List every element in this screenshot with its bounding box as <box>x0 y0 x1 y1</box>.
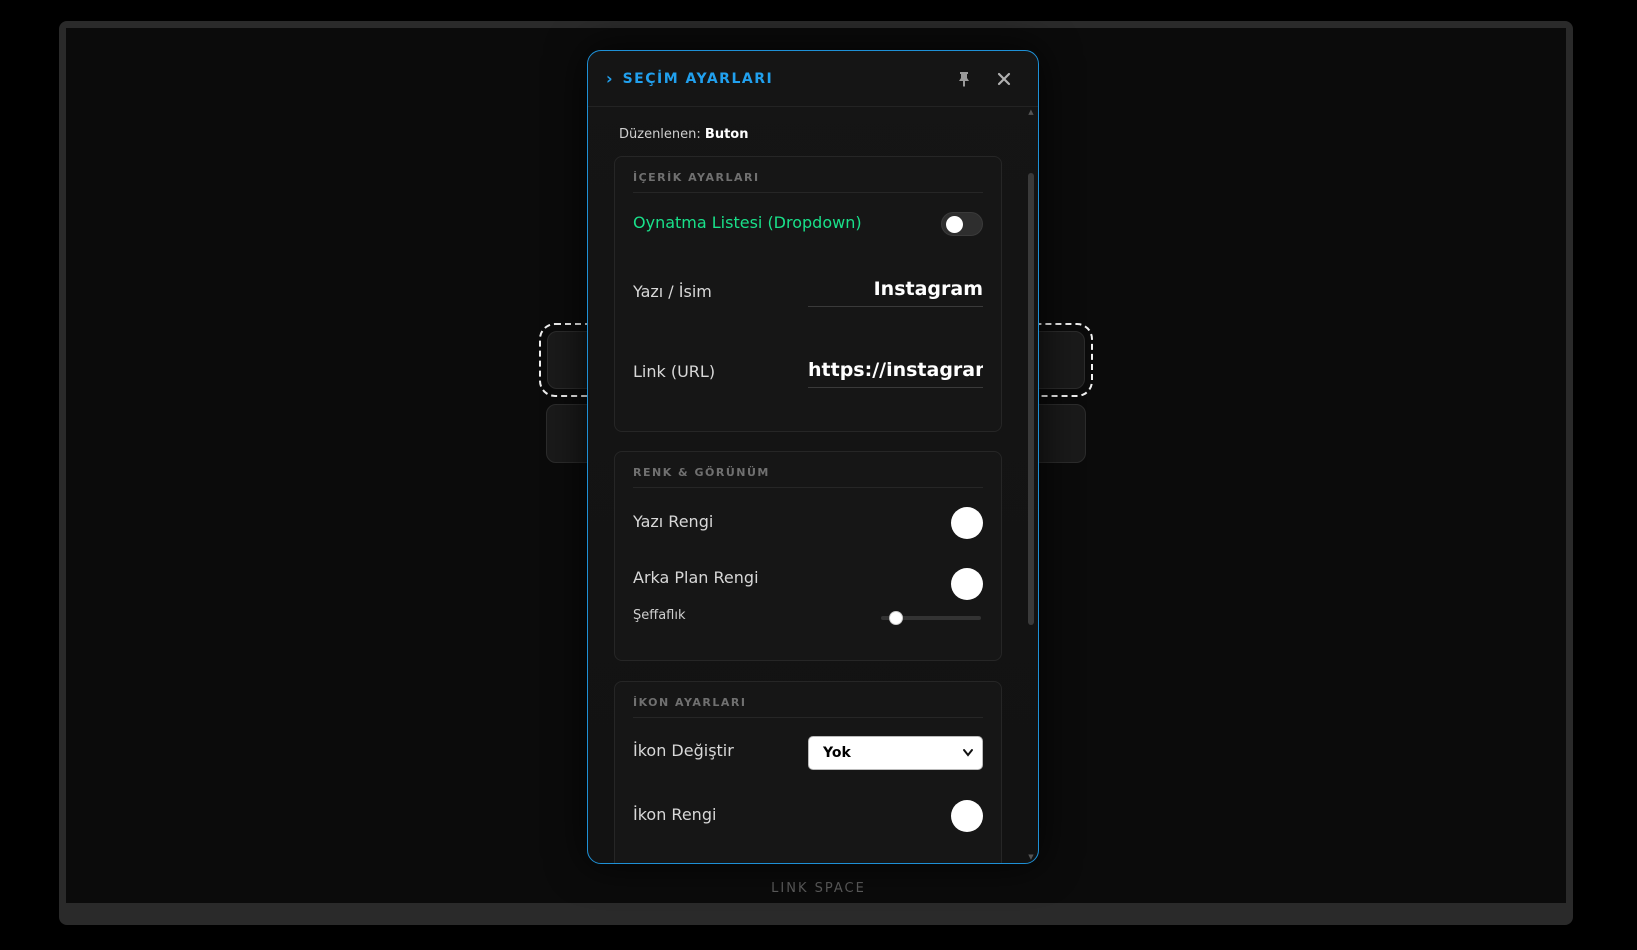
section-title: İKON AYARLARI <box>633 696 983 718</box>
icon-change-label: İkon Değiştir <box>633 741 734 760</box>
url-input[interactable]: https://instagram.com <box>808 352 983 388</box>
panel-title: SEÇİM AYARLARI <box>622 70 774 87</box>
section-title: RENK & GÖRÜNÜM <box>633 466 983 488</box>
edited-value: Buton <box>704 127 749 142</box>
bg-color-label: Arka Plan Rengi <box>633 568 759 587</box>
section-title: İÇERİK AYARLARI <box>633 171 983 193</box>
opacity-slider[interactable] <box>881 611 981 625</box>
name-input[interactable]: Instagram <box>808 271 983 307</box>
opacity-label: Şeffaflık <box>633 608 686 623</box>
content-settings-section: İÇERİK AYARLARI Oynatma Listesi (Dropdow… <box>614 156 1002 432</box>
panel-body[interactable]: Düzenlenen: Buton ▲ ▼ İÇERİK AYARLARI Oy… <box>588 107 1038 863</box>
panel-header[interactable]: › SEÇİM AYARLARI <box>588 51 1038 107</box>
pin-icon[interactable] <box>954 69 974 89</box>
name-label: Yazı / İsim <box>633 282 712 301</box>
edited-element-info: Düzenlenen: Buton <box>619 127 749 142</box>
url-label: Link (URL) <box>633 362 716 381</box>
toggle-knob <box>946 216 963 233</box>
icon-color-label: İkon Rengi <box>633 805 717 824</box>
bg-color-swatch[interactable] <box>951 568 983 600</box>
icon-color-swatch[interactable] <box>951 800 983 832</box>
playlist-toggle[interactable] <box>941 212 983 236</box>
chevron-down-icon <box>962 737 974 781</box>
edited-label: Düzenlenen: <box>619 127 701 142</box>
selection-settings-panel: › SEÇİM AYARLARI Düzenlenen: Buton ▲ ▼ İ… <box>587 50 1039 864</box>
icon-settings-section: İKON AYARLARI İkon Değiştir Yok İkon Ren… <box>614 681 1002 863</box>
footer-brand-label: LINK SPACE <box>771 881 866 896</box>
icon-select[interactable]: Yok <box>808 736 983 770</box>
scroll-up-icon[interactable]: ▲ <box>1028 109 1034 116</box>
scroll-down-icon[interactable]: ▼ <box>1028 854 1034 861</box>
appearance-settings-section: RENK & GÖRÜNÜM Yazı Rengi Arka Plan Reng… <box>614 451 1002 661</box>
playlist-toggle-label: Oynatma Listesi (Dropdown) <box>633 213 862 232</box>
opacity-slider-thumb[interactable] <box>889 611 903 625</box>
scrollbar-thumb[interactable] <box>1028 173 1034 625</box>
icon-select-value: Yok <box>823 745 851 761</box>
text-color-swatch[interactable] <box>951 507 983 539</box>
close-icon[interactable] <box>994 69 1014 89</box>
text-color-label: Yazı Rengi <box>633 512 714 531</box>
chevron-right-icon[interactable]: › <box>606 70 613 87</box>
